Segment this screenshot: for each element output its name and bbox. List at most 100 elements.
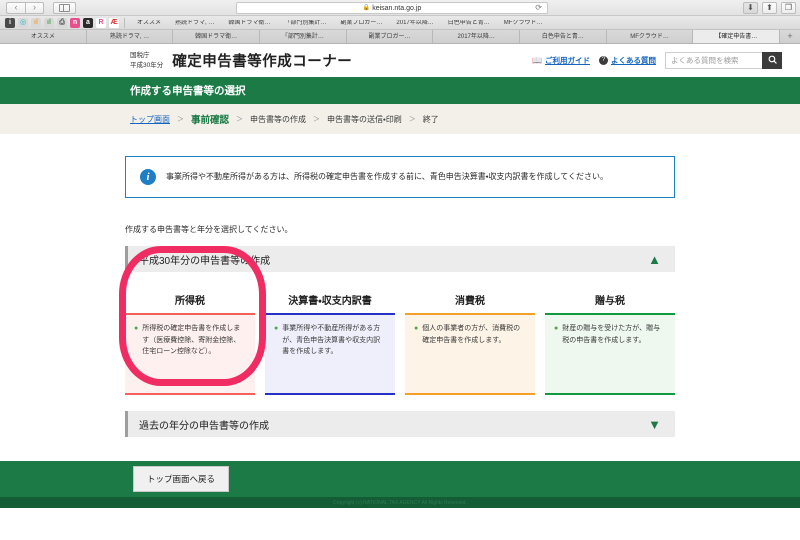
browser-tab[interactable]: MFクラウド… bbox=[607, 30, 694, 43]
browser-tab[interactable]: オススメ bbox=[0, 30, 87, 43]
card-title: 決算書・収支内訳書 bbox=[265, 285, 395, 313]
search-icon bbox=[768, 55, 777, 66]
content-area: i 事業所得や不動産所得がある方は、所得税の確定申告書を作成する前に、青色申告決… bbox=[0, 134, 800, 437]
section-banner: 作成する申告書等の選択 bbox=[0, 77, 800, 104]
reload-icon[interactable]: ⟳ bbox=[535, 4, 542, 12]
card-description: 所得税の確定申告書を作成します（医療費控除、寄附金控除、住宅ローン控除など）。 bbox=[142, 325, 241, 356]
fav-amazon-icon[interactable]: a bbox=[83, 17, 93, 28]
chevron-down-icon[interactable]: ▼ bbox=[648, 418, 661, 431]
fav-ae-icon[interactable]: Æ bbox=[109, 17, 119, 28]
card-title: 所得税 bbox=[125, 285, 255, 313]
card-bottom-rule bbox=[125, 393, 255, 395]
fav-analytics-icon[interactable]: ıl bbox=[31, 17, 41, 28]
favorite-item[interactable]: 白色申告と青… bbox=[441, 20, 497, 26]
faq-search bbox=[665, 52, 782, 69]
favorite-item[interactable]: 「部門別集計… bbox=[277, 20, 333, 26]
card-description: 財産の贈与を受けた方が、贈与税の申告書を作成します。 bbox=[562, 325, 661, 344]
card-body: ● 所得税の確定申告書を作成します（医療費控除、寄附金控除、住宅ローン控除など）。 bbox=[125, 315, 255, 393]
downloads-button[interactable]: ⬇ bbox=[743, 1, 758, 14]
accordion-past-years-label: 過去の年分の申告書等の作成 bbox=[139, 420, 269, 432]
card-consumption-tax[interactable]: 消費税 ● 個人の事業者の方が、消費税の確定申告書を作成します。 bbox=[405, 285, 535, 395]
declaration-type-cards: 所得税 ● 所得税の確定申告書を作成します（医療費控除、寄附金控除、住宅ローン控除な… bbox=[125, 272, 675, 409]
new-tab-icon[interactable]: + bbox=[780, 30, 800, 43]
accordion-past-years[interactable]: 過去の年分の申告書等の作成 ▼ bbox=[125, 411, 675, 437]
info-icon: i bbox=[140, 169, 156, 185]
card-description: 事業所得や不動産所得がある方が、青色申告決算書や収支内訳書を作成します。 bbox=[282, 325, 381, 356]
show-tabs-button[interactable]: ❐ bbox=[781, 1, 796, 14]
forward-icon: › bbox=[33, 2, 36, 12]
bullet-icon: ● bbox=[554, 325, 559, 332]
breadcrumb-separator: ＞ bbox=[236, 116, 244, 123]
favorite-item[interactable]: MFクラウド… bbox=[497, 20, 550, 26]
browser-tab[interactable]: 熟読ドラマ, … bbox=[87, 30, 174, 43]
browser-tab[interactable]: 白色申告と青… bbox=[520, 30, 607, 43]
page-title: 確定申告書等作成コーナー bbox=[172, 54, 353, 70]
card-gift-tax[interactable]: 贈与税 ● 財産の贈与を受けた方が、贈与税の申告書を作成します。 bbox=[545, 285, 675, 395]
breadcrumb-item-1[interactable]: トップ画面 bbox=[130, 114, 170, 125]
address-bar[interactable]: 🔒 keisan.nta.go.jp ⟳ bbox=[236, 2, 548, 14]
share-button[interactable]: ⬆ bbox=[762, 1, 777, 14]
faq-label: よくある質問 bbox=[611, 55, 656, 65]
card-body: ● 個人の事業者の方が、消費税の確定申告書を作成します。 bbox=[405, 315, 535, 393]
browser-toolbar: ‹ › 🔒 keisan.nta.go.jp ⟳ ⬇ ⬆ ❐ bbox=[0, 0, 800, 16]
fav-analytics2-icon[interactable]: ıl bbox=[44, 17, 54, 28]
chevron-up-icon[interactable]: ▲ bbox=[648, 253, 661, 266]
section-banner-title: 作成する申告書等の選択 bbox=[130, 85, 246, 97]
fav-teal-icon[interactable]: ◎ bbox=[18, 17, 28, 28]
book-icon: 📖 bbox=[532, 55, 542, 65]
download-icon: ⬇ bbox=[747, 2, 754, 12]
search-button[interactable] bbox=[762, 52, 782, 69]
fav-r-icon[interactable]: R bbox=[96, 17, 106, 28]
fav-printer-icon[interactable]: ⎙ bbox=[57, 17, 67, 28]
breadcrumb: トップ画面 ＞ 事前確認 ＞ 申告書等の作成 ＞ 申告書等の送信・印刷 ＞ 終了 bbox=[0, 104, 800, 134]
favorite-item[interactable]: 2017年以降… bbox=[389, 20, 440, 26]
info-notice-text: 事業所得や不動産所得がある方は、所得税の確定申告書を作成する前に、青色申告決算書… bbox=[166, 172, 608, 182]
accordion-current-year[interactable]: 平成30年分の申告書等の作成 ▲ bbox=[125, 246, 675, 272]
bullet-icon: ● bbox=[414, 325, 419, 332]
card-title: 消費税 bbox=[405, 285, 535, 313]
page-content: 国税庁 平成30年分 確定申告書等作成コーナー 📖 ご利用ガイド ? よくある質… bbox=[0, 44, 800, 540]
agency-name: 国税庁 平成30年分 bbox=[130, 51, 163, 70]
back-to-top-button[interactable]: トップ画面へ戻る bbox=[133, 466, 230, 492]
browser-tab[interactable]: 副業ブロガー… bbox=[347, 30, 434, 43]
lock-icon: 🔒 bbox=[362, 5, 371, 11]
browser-tab[interactable]: 韓国ドラマ衛… bbox=[173, 30, 261, 43]
fav-n-icon[interactable]: n bbox=[70, 17, 80, 28]
bullet-icon: ● bbox=[274, 325, 279, 332]
copyright-strip: Copyright (c) NATIONAL TAX AGENCY All Ri… bbox=[0, 497, 800, 508]
favicon-strip: i ◎ ıl ıl ⎙ n a R Æ bbox=[0, 17, 119, 28]
search-input[interactable] bbox=[665, 52, 762, 69]
instruction-text: 作成する申告書等と年分を選択してください。 bbox=[125, 225, 293, 234]
browser-tab[interactable]: 【確定申告書… bbox=[693, 30, 781, 43]
content-spacer bbox=[0, 437, 800, 461]
card-income-tax[interactable]: 所得税 ● 所得税の確定申告書を作成します（医療費控除、寄附金控除、住宅ローン控除な… bbox=[125, 285, 255, 395]
favorite-item[interactable]: オススメ bbox=[130, 20, 168, 26]
favorites-bar: i ◎ ıl ıl ⎙ n a R Æ オススメ 熟読ドラマ, … 韓国ドラマ衛… 「部門別集計… 副業… bbox=[0, 16, 800, 30]
bullet-icon: ● bbox=[134, 325, 139, 332]
fav-info-icon[interactable]: i bbox=[5, 17, 15, 28]
breadcrumb-item-3: 申告書等の作成 bbox=[250, 114, 307, 124]
card-settlement[interactable]: 決算書・収支内訳書 ● 事業所得や不動産所得がある方が、青色申告決算書や収支内訳書を… bbox=[265, 285, 395, 395]
breadcrumb-item-5: 終了 bbox=[422, 114, 439, 124]
sidebar-toggle-button[interactable] bbox=[53, 1, 76, 14]
faq-link[interactable]: ? よくある質問 bbox=[599, 56, 656, 65]
favorite-item[interactable]: 熟読ドラマ, … bbox=[168, 20, 221, 26]
favorite-item[interactable]: 韓国ドラマ衛… bbox=[221, 20, 277, 26]
favorites-divider bbox=[124, 17, 125, 28]
card-body: ● 事業所得や不動産所得がある方が、青色申告決算書や収支内訳書を作成します。 bbox=[265, 315, 395, 393]
user-guide-link[interactable]: 📖 ご利用ガイド bbox=[532, 55, 590, 65]
card-bottom-rule bbox=[405, 393, 535, 395]
favorites-links: オススメ 熟読ドラマ, … 韓国ドラマ衛… 「部門別集計… 副業ブロガー… 2017年以降… bbox=[130, 20, 549, 26]
forward-button[interactable]: › bbox=[25, 1, 44, 14]
accordion-current-year-label: 平成30年分の申告書等の作成 bbox=[139, 255, 271, 267]
navigation-buttons: ‹ › bbox=[6, 1, 44, 14]
user-guide-label: ご利用ガイド bbox=[545, 55, 590, 65]
favorite-item[interactable]: 副業ブロガー… bbox=[333, 20, 389, 26]
browser-tab[interactable]: 2017年以降… bbox=[433, 30, 521, 43]
agency-line1: 国税庁 bbox=[130, 52, 150, 60]
browser-tab[interactable]: 「部門別集計… bbox=[260, 30, 347, 43]
tab-strip: オススメ 熟読ドラマ, … 韓国ドラマ衛… 「部門別集計… 副業ブロガー… 2017年以降… bbox=[0, 30, 800, 44]
back-button[interactable]: ‹ bbox=[6, 1, 25, 14]
card-body: ● 財産の贈与を受けた方が、贈与税の申告書を作成します。 bbox=[545, 315, 675, 393]
breadcrumb-separator: ＞ bbox=[408, 116, 416, 123]
